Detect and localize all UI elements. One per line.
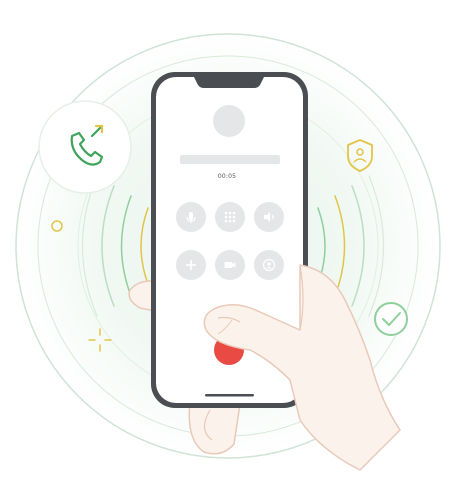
call-timer: 00:05: [217, 173, 237, 180]
keypad-icon: [224, 211, 236, 223]
phone-transfer-badge: [38, 100, 132, 194]
add-call-icon: [186, 260, 196, 270]
video-icon: [224, 262, 236, 268]
microphone-icon: [186, 212, 196, 223]
mute-button[interactable]: [176, 202, 206, 232]
contacts-icon: [262, 258, 276, 272]
caller-name-placeholder: [180, 155, 280, 164]
avatar: [213, 105, 245, 137]
home-indicator: [205, 394, 254, 397]
speaker-button[interactable]: [254, 202, 284, 232]
call-illustration: 00:05: [0, 0, 455, 479]
speaker-icon: [264, 212, 274, 222]
add-call-button[interactable]: [176, 250, 206, 280]
check-circle-icon: [374, 302, 408, 336]
contacts-button[interactable]: [254, 250, 284, 280]
video-button[interactable]: [215, 250, 245, 280]
keypad-button[interactable]: [215, 202, 245, 232]
illustration-canvas: [15, 33, 441, 471]
phone-notch: [194, 77, 264, 88]
